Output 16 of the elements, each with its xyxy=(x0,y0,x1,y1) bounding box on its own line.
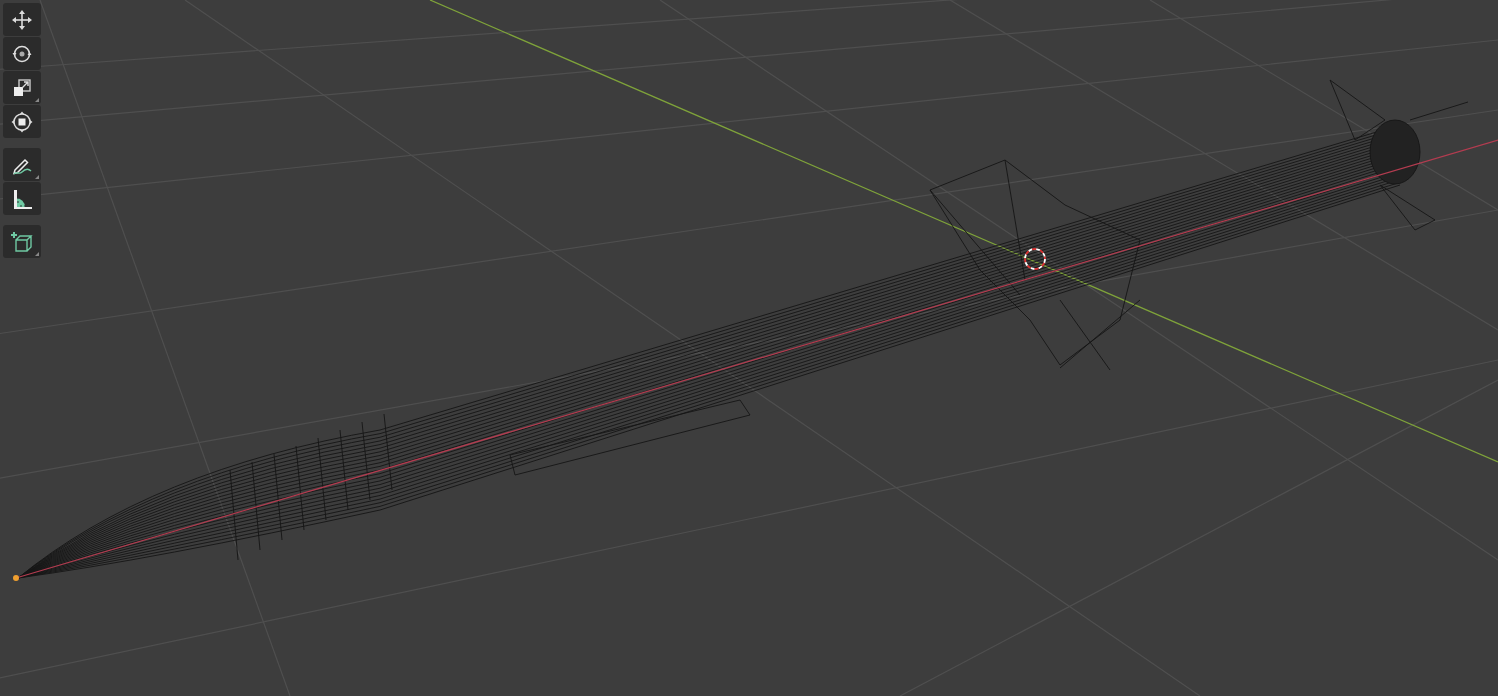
transform-tool-button[interactable] xyxy=(3,105,41,138)
move-arrows-icon xyxy=(12,9,32,30)
scale-icon xyxy=(14,78,31,96)
scale-tool-button[interactable] xyxy=(3,71,41,104)
annotate-tool-button[interactable] xyxy=(3,148,41,181)
transform-icon xyxy=(11,111,33,132)
ruler-protractor-icon xyxy=(14,189,32,209)
pencil-icon xyxy=(12,158,32,175)
measure-tool-button[interactable] xyxy=(3,182,41,215)
rotate-tool-button[interactable] xyxy=(3,37,41,70)
rotate-icon xyxy=(12,45,32,62)
3d-cursor-icon xyxy=(1024,248,1046,270)
add-cube-icon xyxy=(10,230,33,252)
add-cube-tool-button[interactable] xyxy=(3,225,41,258)
origin-point xyxy=(13,575,19,581)
move-tool-button[interactable] xyxy=(3,3,41,36)
